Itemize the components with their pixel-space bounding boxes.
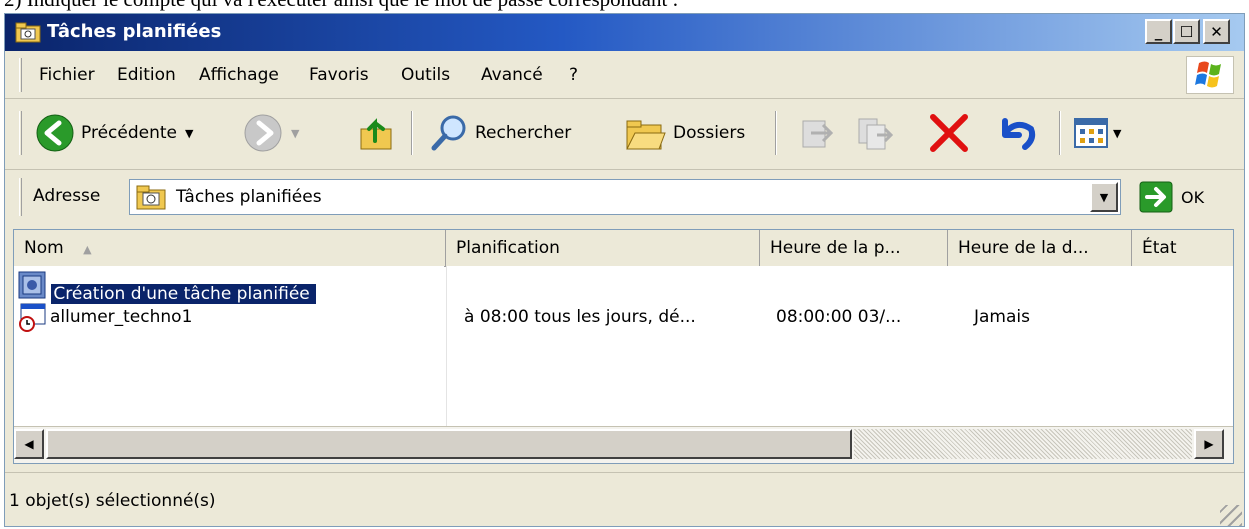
column-header-planification[interactable]: Planification <box>446 230 760 266</box>
forward-arrow-icon <box>244 114 282 152</box>
list-item[interactable]: allumer_techno1 à 08:00 tous les jours, … <box>18 302 1218 332</box>
address-dropdown-button[interactable]: ▼ <box>1090 182 1118 212</box>
address-input[interactable]: Tâches planifiées ▼ <box>129 179 1121 215</box>
list-item-next-run: 08:00:00 03/... <box>776 307 902 327</box>
column-header-etat[interactable]: État <box>1132 230 1233 266</box>
scroll-thumb[interactable] <box>46 429 852 459</box>
menu-help[interactable]: ? <box>569 65 578 85</box>
toolbar-grip[interactable] <box>19 111 22 155</box>
list-item-schedule: à 08:00 tous les jours, dé... <box>464 307 696 327</box>
forward-dropdown-icon[interactable]: ▼ <box>291 127 299 140</box>
details-area <box>446 266 1233 426</box>
search-button[interactable]: Rechercher <box>429 109 571 157</box>
column-header-derniere-execution[interactable]: Heure de la d... <box>948 230 1132 266</box>
scheduled-task-icon <box>18 302 48 332</box>
windows-logo <box>1186 56 1234 94</box>
menu-avance[interactable]: Avancé <box>481 65 543 85</box>
address-grip[interactable] <box>19 178 22 216</box>
explorer-window: Tâches planifiées _ ☐ ✕ Fichier Edition … <box>4 13 1245 527</box>
views-button[interactable]: ▼ <box>1071 109 1121 157</box>
back-arrow-icon <box>36 114 74 152</box>
views-grid-icon <box>1074 118 1108 148</box>
search-label: Rechercher <box>475 123 572 143</box>
back-button[interactable]: Précédente ▼ <box>35 109 193 157</box>
menu-outils[interactable]: Outils <box>401 65 450 85</box>
go-label: OK <box>1181 187 1205 207</box>
column-header-prochaine-execution[interactable]: Heure de la p... <box>760 230 948 266</box>
address-bar: Adresse Tâches planifiées ▼ OK <box>5 170 1244 224</box>
address-label: Adresse <box>33 186 101 206</box>
add-task-wizard-icon <box>18 270 46 300</box>
menu-edition[interactable]: Edition <box>117 65 176 85</box>
address-value: Tâches planifiées <box>176 187 322 207</box>
scheduled-tasks-folder-icon <box>136 185 166 210</box>
forward-button[interactable]: ▼ <box>243 109 299 157</box>
delete-x-icon <box>930 114 968 152</box>
sort-ascending-icon: ▲ <box>83 243 92 256</box>
menu-grip[interactable] <box>19 58 22 92</box>
window-title: Tâches planifiées <box>47 21 222 42</box>
toolbar-separator <box>1059 111 1061 155</box>
copy-to-button[interactable] <box>855 109 895 157</box>
maximize-button[interactable]: ☐ <box>1173 19 1200 44</box>
folders-button[interactable]: Dossiers <box>623 109 745 157</box>
windows-flag-icon <box>1195 61 1221 88</box>
menu-fichier[interactable]: Fichier <box>39 65 95 85</box>
toolbar-separator <box>775 111 777 155</box>
list-item-name: allumer_techno1 <box>50 307 193 327</box>
go-arrow-icon <box>1139 181 1173 213</box>
menu-bar: Fichier Edition Affichage Favoris Outils… <box>5 52 1244 99</box>
scroll-left-button[interactable]: ◀ <box>14 429 44 459</box>
list-header: Nom ▲ Planification Heure de la p... Heu… <box>14 230 1233 267</box>
horizontal-scrollbar[interactable]: ◀ ▶ <box>14 426 1233 463</box>
back-dropdown-icon[interactable]: ▼ <box>185 127 193 140</box>
folders-icon <box>626 120 666 150</box>
scroll-track[interactable] <box>854 429 1192 459</box>
list-item-name: Création d'une tâche planifiée <box>51 284 316 304</box>
up-folder-icon <box>360 118 392 150</box>
undo-button[interactable] <box>995 109 1039 157</box>
scroll-right-button[interactable]: ▶ <box>1194 429 1224 459</box>
search-magnifier-icon <box>431 115 466 151</box>
document-text-line: 2) Indiquer le compte qui va l'exécuter … <box>4 0 678 12</box>
copy-to-icon <box>858 118 894 150</box>
column-header-label: Nom <box>24 238 64 258</box>
views-dropdown-icon[interactable]: ▼ <box>1113 127 1121 140</box>
resize-gripper-icon[interactable] <box>1220 505 1242 526</box>
back-label: Précédente <box>81 123 177 143</box>
list-item-last-run: Jamais <box>974 307 1030 327</box>
toolbar-separator <box>411 111 413 155</box>
scheduled-tasks-folder-icon <box>15 22 41 43</box>
move-to-button[interactable] <box>797 109 837 157</box>
list-item[interactable]: Création d'une tâche planifiée <box>18 270 316 304</box>
column-header-nom[interactable]: Nom ▲ <box>14 230 446 266</box>
menu-affichage[interactable]: Affichage <box>199 65 279 85</box>
title-bar[interactable]: Tâches planifiées _ ☐ ✕ <box>5 14 1244 51</box>
delete-button[interactable] <box>927 109 971 157</box>
up-folder-button[interactable] <box>357 109 397 157</box>
move-to-icon <box>802 120 834 148</box>
folders-label: Dossiers <box>673 123 746 143</box>
close-button[interactable]: ✕ <box>1203 19 1230 44</box>
minimize-button[interactable]: _ <box>1145 19 1172 44</box>
standard-toolbar: Précédente ▼ ▼ Rechercher Dossiers ▼ <box>5 99 1244 170</box>
status-text: 1 objet(s) sélectionné(s) <box>9 491 216 511</box>
menu-favoris[interactable]: Favoris <box>309 65 369 85</box>
status-bar: 1 objet(s) sélectionné(s) <box>5 472 1244 526</box>
undo-arrow-icon <box>1002 118 1036 150</box>
go-button[interactable]: OK <box>1139 179 1204 215</box>
task-list-view: Nom ▲ Planification Heure de la p... Heu… <box>13 229 1234 464</box>
